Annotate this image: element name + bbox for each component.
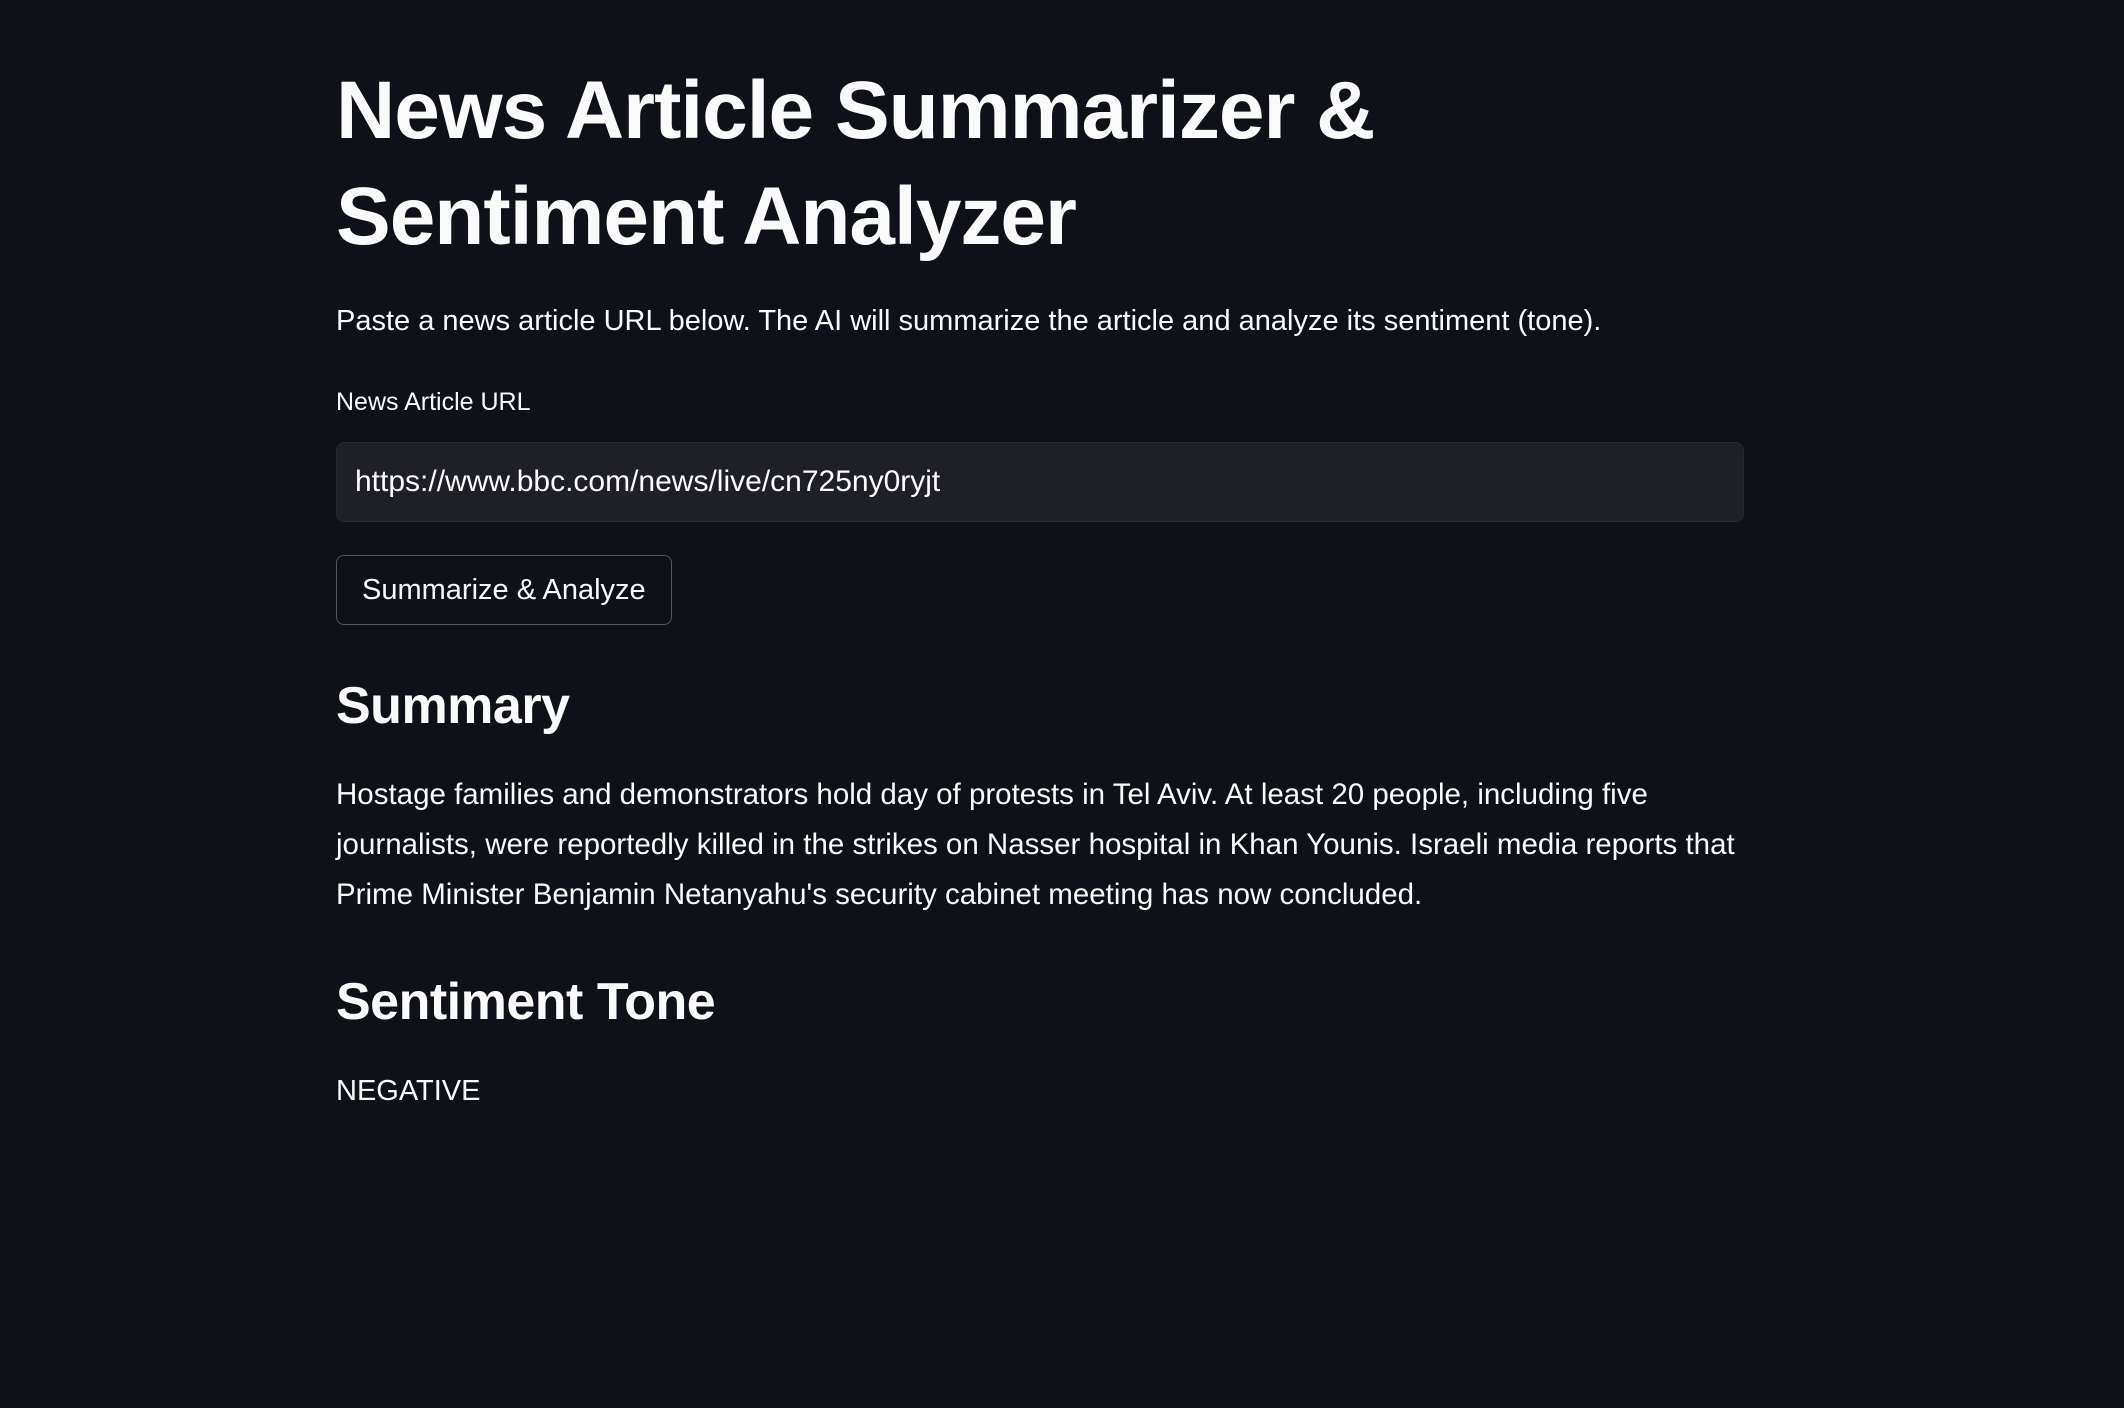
sentiment-value: NEGATIVE [336, 1075, 481, 1107]
summary-text: Hostage families and demonstrators hold … [336, 778, 1735, 911]
page-title: News Article Summarizer & Sentiment Anal… [336, 65, 1375, 262]
summarize-analyze-button[interactable]: Summarize & Analyze [336, 555, 672, 625]
summary-heading: Summary [336, 677, 570, 735]
url-field-label: News Article URL [336, 388, 531, 416]
sentiment-heading: Sentiment Tone [336, 973, 716, 1031]
url-input[interactable] [336, 442, 1744, 522]
app-description: Paste a news article URL below. The AI w… [336, 305, 1602, 337]
